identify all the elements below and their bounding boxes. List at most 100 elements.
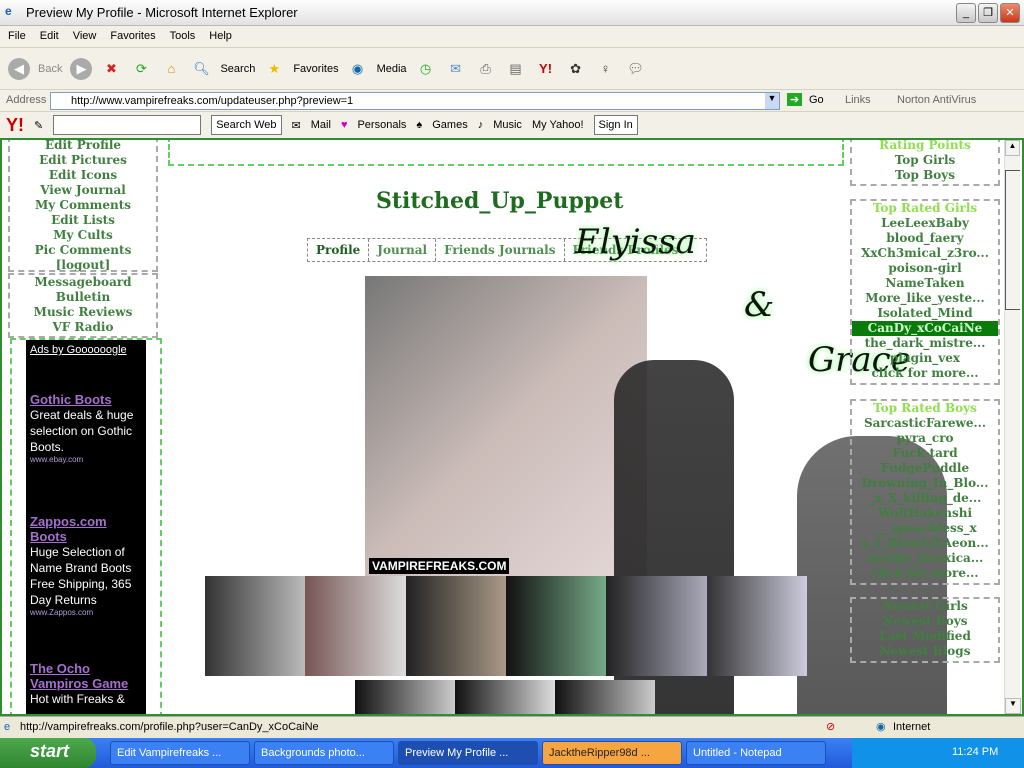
thumbnail[interactable] (405, 576, 506, 676)
user-link[interactable]: XxCh3mical_z3ro... (852, 246, 998, 261)
user-link[interactable]: WolfHakenshi (852, 506, 998, 521)
favorites-star-icon[interactable]: ★ (263, 58, 285, 80)
yahoo-search-input[interactable] (53, 115, 202, 135)
print-icon[interactable]: ⎙ (475, 58, 497, 80)
mail-icon[interactable]: ✉ (445, 58, 467, 80)
scroll-thumb[interactable] (1005, 170, 1020, 310)
clock[interactable]: 11:24 PM (952, 746, 998, 758)
taskbar-item[interactable]: Untitled - Notepad (686, 741, 826, 765)
scroll-down-button[interactable]: ▼ (1005, 698, 1021, 714)
taskbar-item[interactable]: Backgrounds photo... (254, 741, 394, 765)
maximize-button[interactable]: ❐ (978, 3, 998, 23)
minimize-button[interactable]: _ (956, 3, 976, 23)
tab-profile[interactable]: Profile (308, 239, 370, 261)
thumbnail[interactable] (305, 576, 406, 676)
nav-edit-lists[interactable]: Edit Lists (10, 213, 156, 228)
thumbnail[interactable] (205, 576, 306, 676)
sign-in-button[interactable]: Sign In (593, 115, 638, 135)
nav-my-comments[interactable]: My Comments (10, 198, 156, 213)
menu-view[interactable]: View (65, 26, 103, 42)
privacy-icon[interactable]: ⊘ (826, 720, 835, 733)
nav-bulletin[interactable]: Bulletin (10, 290, 156, 305)
user-link[interactable]: SarcasticFarewe... (852, 416, 998, 431)
user-link[interactable]: x_x_BloodyXAeon... (852, 536, 998, 551)
user-link[interactable]: ___speachless_x (852, 521, 998, 536)
tab-journal[interactable]: Journal (369, 239, 437, 261)
taskbar-item[interactable]: JacktheRipper98d ... (542, 741, 682, 765)
girls-heading[interactable]: Top Rated Girls (852, 201, 998, 216)
taskbar-item[interactable]: Preview My Profile ... (398, 741, 538, 765)
media-icon[interactable]: ◉ (347, 58, 369, 80)
start-button[interactable]: start (0, 738, 96, 768)
back-button[interactable]: Back (38, 63, 62, 75)
norton-antivirus[interactable]: Norton AntiVirus (897, 94, 976, 106)
menu-favorites[interactable]: Favorites (102, 26, 161, 42)
taskbar-item[interactable]: Edit Vampirefreaks ... (110, 741, 250, 765)
links-button[interactable]: Links (845, 94, 871, 106)
thumbnail[interactable] (606, 576, 707, 676)
nav-top-girls[interactable]: Top Girls (852, 153, 998, 168)
history-icon[interactable]: ◷ (415, 58, 437, 80)
menu-help[interactable]: Help (201, 26, 238, 42)
tab-friends-journals[interactable]: Friends Journals (436, 239, 565, 261)
user-link[interactable]: poison-girl (852, 261, 998, 276)
search-web-button[interactable]: Search Web (211, 115, 282, 135)
user-link[interactable]: pyra_cro (852, 431, 998, 446)
media-button[interactable]: Media (377, 63, 407, 75)
vertical-scrollbar[interactable]: ▲ ▼ (1004, 140, 1021, 714)
ads-header[interactable]: Ads by Goooooogle (30, 344, 142, 356)
close-button[interactable]: ✕ (1000, 3, 1020, 23)
nav-view-journal[interactable]: View Journal (10, 183, 156, 198)
user-link[interactable]: the_dark_mistre... (852, 336, 998, 351)
user-link[interactable]: FudgePuddle (852, 461, 998, 476)
yahoo-icon[interactable]: Y! (535, 58, 557, 80)
user-link[interactable]: LeeLeexBaby (852, 216, 998, 231)
user-link[interactable]: Isolated_Mind (852, 306, 998, 321)
messenger-icon[interactable]: 💬︎ (625, 58, 647, 80)
nav-edit-pictures[interactable]: Edit Pictures (10, 153, 156, 168)
favorites-button[interactable]: Favorites (293, 63, 338, 75)
user-link[interactable]: Drowning_In_Blo... (852, 476, 998, 491)
rating-points-heading[interactable]: Rating Points (852, 140, 998, 153)
thumbnail[interactable] (706, 576, 807, 676)
ad-title[interactable]: Zappos.com Boots (30, 514, 142, 544)
user-link[interactable]: plagin_vex (852, 351, 998, 366)
menu-edit[interactable]: Edit (32, 26, 65, 42)
thumbnail[interactable] (505, 576, 607, 676)
nav-newest-blogs[interactable]: Newest Blogs (852, 644, 998, 659)
ad-title[interactable]: Gothic Boots (30, 392, 142, 407)
thumbnail[interactable] (555, 680, 655, 714)
stop-icon[interactable]: ✖ (100, 58, 122, 80)
my-yahoo[interactable]: My Yahoo! (532, 119, 584, 131)
go-arrow-icon[interactable]: ➔ (787, 93, 803, 106)
thumbnail[interactable] (355, 680, 455, 714)
user-link[interactable]: CanDy_xCoCaiNe (852, 321, 998, 336)
nav-pic-comments[interactable]: Pic Comments (10, 243, 156, 258)
nav-messageboard[interactable]: Messageboard (10, 275, 156, 290)
flower-icon[interactable]: ✿ (565, 58, 587, 80)
ad-url[interactable]: www.Zappos.com (30, 608, 142, 617)
yahoo-mail[interactable]: Mail (311, 119, 331, 131)
search-button[interactable]: Search (220, 63, 255, 75)
nav-edit-icons[interactable]: Edit Icons (10, 168, 156, 183)
nav-newest-boys[interactable]: Newest Boys (852, 614, 998, 629)
nav-top-boys[interactable]: Top Boys (852, 168, 998, 183)
user-link[interactable]: blood_faery (852, 231, 998, 246)
user-link[interactable]: click for more... (852, 366, 998, 381)
aim-icon[interactable]: ♀ (595, 58, 617, 80)
nav-my-cults[interactable]: My Cults (10, 228, 156, 243)
yahoo-games[interactable]: Games (432, 119, 467, 131)
refresh-icon[interactable]: ⟳ (130, 58, 152, 80)
thumbnail[interactable] (455, 680, 555, 714)
user-link[interactable]: Fuck-tard (852, 446, 998, 461)
nav-music-reviews[interactable]: Music Reviews (10, 305, 156, 320)
nav-last-modified[interactable]: Last Modified (852, 629, 998, 644)
edit-icon[interactable]: ▤ (505, 58, 527, 80)
menu-file[interactable]: File (0, 26, 32, 42)
address-input[interactable]: http://www.vampirefreaks.com/updateuser.… (50, 92, 780, 110)
home-icon[interactable]: ⌂ (160, 58, 182, 80)
menu-tools[interactable]: Tools (162, 26, 202, 42)
boys-heading[interactable]: Top Rated Boys (852, 401, 998, 416)
user-link[interactable]: NameTaken (852, 276, 998, 291)
yahoo-music[interactable]: Music (493, 119, 522, 131)
